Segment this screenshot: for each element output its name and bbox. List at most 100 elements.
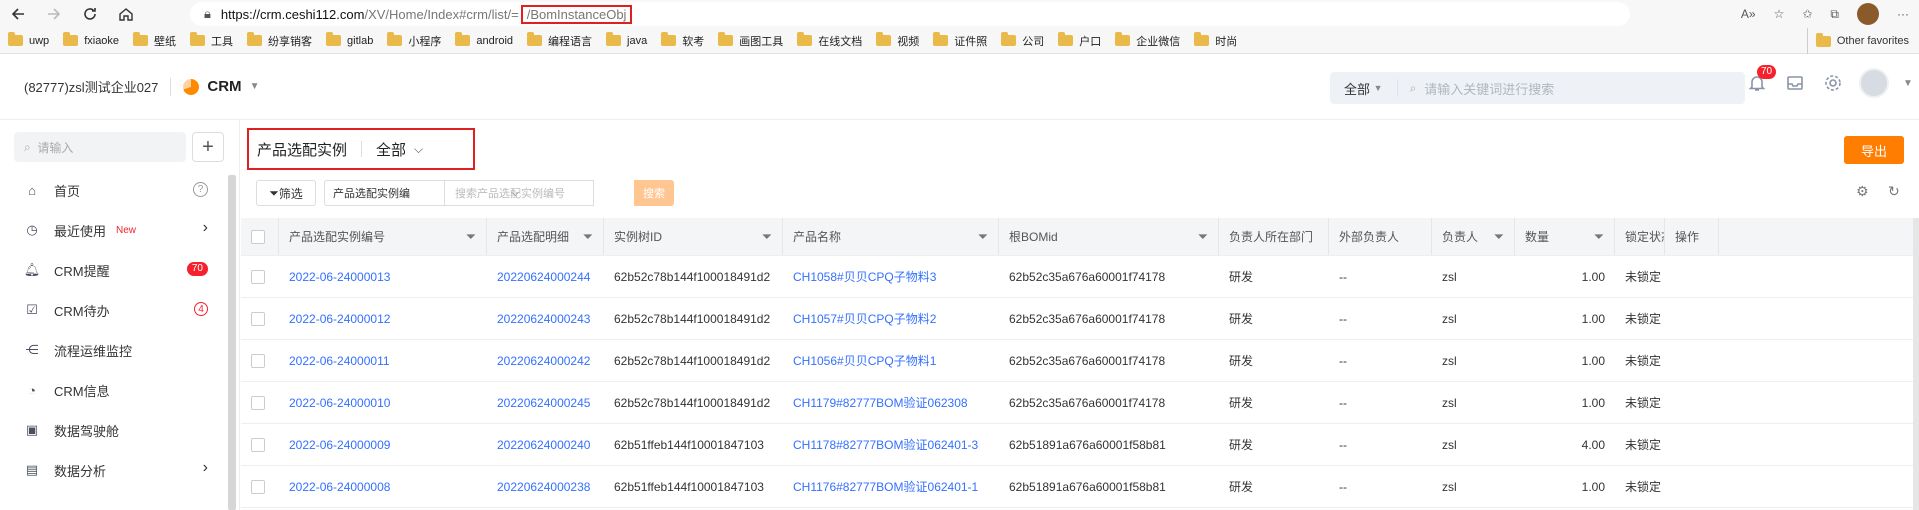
column-header[interactable]: 根BOMid ⏷ (999, 218, 1219, 255)
action-cell[interactable] (1665, 340, 1719, 381)
sidebar-item[interactable]: ▤ 数据分析 › (0, 450, 228, 490)
bookmark-item[interactable]: 视频 (876, 32, 919, 49)
chevron-down-icon[interactable]: ▼ (250, 81, 260, 92)
bookmark-item[interactable]: java (606, 32, 647, 47)
table-link[interactable]: 20220624000240 (497, 438, 590, 452)
table-row[interactable]: 2022-06-24000009 20220624000240 62b51ffeb1… (241, 424, 1919, 466)
bookmark-item[interactable]: fxiaoke (63, 32, 119, 47)
sidebar-item[interactable]: ◔ CRM信息 (0, 370, 228, 410)
column-header[interactable]: 操作 (1665, 218, 1719, 255)
home-browser-icon[interactable] (108, 0, 144, 28)
column-header[interactable]: 数量 ⏷ (1515, 218, 1615, 255)
row-checkbox[interactable] (251, 395, 265, 410)
action-cell[interactable] (1665, 298, 1719, 339)
bookmark-item[interactable]: 软考 (661, 32, 704, 49)
chevron-down-icon[interactable]: ⌵ (414, 142, 423, 157)
bookmark-item[interactable]: 证件照 (933, 32, 987, 49)
refresh-icon[interactable]: ↻ (1888, 183, 1900, 200)
row-checkbox[interactable] (251, 479, 265, 494)
table-link[interactable]: 2022-06-24000012 (289, 312, 390, 326)
table-link[interactable]: 2022-06-24000013 (289, 270, 390, 284)
table-link[interactable]: 2022-06-24000010 (289, 396, 390, 410)
table-link[interactable]: 2022-06-24000009 (289, 438, 390, 452)
chevron-down-icon[interactable]: ▼ (1903, 78, 1913, 89)
table-link[interactable]: 2022-06-24000008 (289, 480, 390, 494)
funnel-icon[interactable]: ⏷ (1594, 229, 1604, 245)
row-checkbox[interactable] (251, 269, 265, 284)
funnel-icon[interactable]: ⏷ (583, 229, 593, 245)
funnel-icon[interactable]: ⏷ (466, 229, 476, 245)
sidebar-item[interactable]: ▣ 数据驾驶舱 (0, 410, 228, 450)
table-row[interactable]: 2022-06-24000012 20220624000243 62b52c78b1… (241, 298, 1919, 340)
org-name[interactable]: (82777)zsl测试企业027 (24, 77, 158, 96)
table-link[interactable]: 20220624000242 (497, 354, 590, 368)
table-link[interactable]: 20220624000238 (497, 480, 590, 494)
funnel-icon[interactable]: ⏷ (1198, 229, 1208, 245)
bookmark-item[interactable]: 在线文档 (797, 32, 862, 49)
inbox-icon[interactable] (1783, 71, 1807, 95)
table-link[interactable]: CH1178#82777BOM验证062401-3 (793, 436, 978, 453)
other-favorites[interactable]: Other favorites (1806, 28, 1909, 54)
favorite-star-icon[interactable]: ☆ (1774, 7, 1785, 21)
browser-profile-avatar[interactable] (1857, 3, 1879, 25)
bell-icon[interactable]: 70 (1745, 65, 1777, 95)
table-link[interactable]: CH1057#贝贝CPQ子物料2 (793, 310, 936, 327)
bookmark-item[interactable]: 纷享销客 (247, 32, 312, 49)
back-icon[interactable] (0, 0, 36, 28)
forward-icon[interactable] (36, 0, 72, 28)
collections-icon[interactable]: ⧉ (1830, 7, 1839, 22)
table-link[interactable]: 2022-06-24000011 (289, 354, 390, 368)
search-field-select[interactable]: 产品选配实例编 ⌵ (324, 180, 519, 206)
refresh-icon[interactable] (72, 0, 108, 28)
table-link[interactable]: 20220624000243 (497, 312, 590, 326)
sidebar-item[interactable]: ⋲ 流程运维监控 (0, 330, 228, 370)
sidebar-scrollbar[interactable] (228, 175, 236, 510)
checkbox[interactable] (251, 229, 265, 244)
action-cell[interactable] (1665, 382, 1719, 423)
table-link[interactable]: CH1058#贝贝CPQ子物料3 (793, 268, 936, 285)
bookmark-item[interactable]: gitlab (326, 32, 373, 47)
sidebar-item[interactable]: ◷ 最近使用 New › (0, 210, 228, 250)
table-link[interactable]: CH1056#贝贝CPQ子物料1 (793, 352, 936, 369)
record-search-input[interactable]: 搜索产品选配实例编号 (444, 180, 594, 206)
select-all-checkbox[interactable] (241, 218, 279, 255)
bookmark-item[interactable]: uwp (8, 32, 49, 47)
read-aloud-icon[interactable]: A» (1741, 7, 1756, 21)
column-header[interactable]: 负责人所在部门 (1219, 218, 1329, 255)
table-link[interactable]: 20220624000245 (497, 396, 590, 410)
column-header[interactable]: 外部负责人 (1329, 218, 1432, 255)
sidebar-item[interactable]: ⌂ 首页? (0, 170, 228, 210)
sidebar-item[interactable]: 🔔︎ CRM提醒 70 (0, 250, 228, 290)
table-row[interactable]: 2022-06-24000011 20220624000242 62b52c78b1… (241, 340, 1919, 382)
bookmark-item[interactable]: 壁纸 (133, 32, 176, 49)
bookmark-item[interactable]: 户口 (1058, 32, 1101, 49)
favorites-icon[interactable]: ✩ (1802, 7, 1812, 21)
bookmark-item[interactable]: 编程语言 (527, 32, 592, 49)
bookmark-item[interactable]: 小程序 (387, 32, 441, 49)
avatar[interactable] (1859, 68, 1889, 98)
column-header[interactable]: 产品选配实例编号 ⏷ (279, 218, 487, 255)
sidebar-item[interactable]: ☑ CRM待办 4 (0, 290, 228, 330)
export-button[interactable]: 导出 (1844, 136, 1904, 164)
add-menu-button[interactable]: + (192, 132, 224, 162)
action-cell[interactable] (1665, 466, 1719, 507)
funnel-icon[interactable]: ⏷ (762, 229, 772, 245)
table-scrollbar[interactable] (1913, 218, 1919, 510)
row-checkbox[interactable] (251, 353, 265, 368)
table-link[interactable]: 20220624000244 (497, 270, 590, 284)
filter-button[interactable]: ⏷ 筛选 (256, 180, 316, 206)
table-link[interactable]: CH1176#82777BOM验证062401-1 (793, 478, 978, 495)
bookmark-item[interactable]: 工具 (190, 32, 233, 49)
action-cell[interactable] (1665, 256, 1719, 297)
sidebar-search-input[interactable]: ⌕ 请输入 (14, 132, 186, 162)
table-row[interactable]: 2022-06-24000013 20220624000244 62b52c78b1… (241, 256, 1919, 298)
column-header[interactable]: 实例树ID ⏷ (604, 218, 783, 255)
bookmark-item[interactable]: 公司 (1001, 32, 1044, 49)
funnel-icon[interactable]: ⏷ (1494, 229, 1504, 245)
row-checkbox[interactable] (251, 437, 265, 452)
column-header[interactable]: 产品选配明细 ⏷ (487, 218, 604, 255)
search-input[interactable]: 请输入关键词进行搜索 (1424, 79, 1554, 98)
bookmark-item[interactable]: 企业微信 (1115, 32, 1180, 49)
column-header[interactable]: 锁定状态 (1615, 218, 1665, 255)
table-row[interactable]: 2022-06-24000010 20220624000245 62b52c78b1… (241, 382, 1919, 424)
